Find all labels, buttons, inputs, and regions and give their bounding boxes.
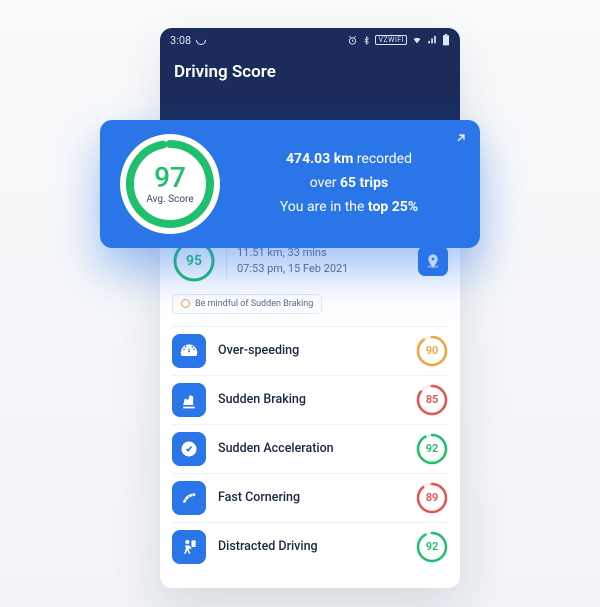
metric-label: Over-speeding — [218, 343, 299, 358]
metric-icon — [172, 530, 206, 564]
metric-label: Distracted Driving — [218, 539, 318, 554]
metric-icon — [172, 481, 206, 515]
trip-datetime: 07:53 pm, 15 Feb 2021 — [237, 261, 348, 277]
expand-button[interactable] — [454, 130, 468, 149]
metric-score-value: 92 — [416, 433, 448, 465]
metric-icon — [172, 383, 206, 417]
phone-frame: 3:08 VZWIFI Driving Score Recent Trips 9… — [160, 28, 460, 588]
lightbulb-icon — [181, 299, 190, 308]
bluetooth-icon — [362, 35, 371, 46]
metric-row[interactable]: Over-speeding 90 — [172, 326, 448, 375]
metric-score-value: 85 — [416, 384, 448, 416]
metric-icon — [172, 432, 206, 466]
alarm-icon — [347, 35, 358, 46]
metric-score-ring: 92 — [416, 531, 448, 563]
avg-score-card[interactable]: 97 Avg. Score 474.03 km recorded over 65… — [100, 120, 480, 248]
dnd-icon — [194, 33, 208, 47]
page-title: Driving Score — [174, 62, 446, 82]
content-area: Recent Trips 95 11.51 km, 33 mins 07:53 … — [160, 210, 460, 583]
metric-label: Sudden Braking — [218, 392, 306, 407]
metric-score-value: 89 — [416, 482, 448, 514]
metric-score-ring: 85 — [416, 384, 448, 416]
status-time: 3:08 — [170, 34, 191, 47]
driving-tip: Be mindful of Sudden Braking — [172, 294, 322, 314]
metric-score-value: 90 — [416, 335, 448, 367]
metric-score-ring: 89 — [416, 482, 448, 514]
map-pin-icon — [425, 253, 441, 269]
metric-row[interactable]: Sudden Braking 85 — [172, 375, 448, 424]
metric-row[interactable]: Distracted Driving 92 — [172, 522, 448, 571]
trips-value: 65 trips — [340, 175, 388, 191]
view-map-button[interactable] — [418, 246, 448, 276]
avg-score-value: 97 — [154, 164, 186, 192]
metric-score-value: 92 — [416, 531, 448, 563]
divider — [226, 243, 227, 279]
signal-icon — [427, 35, 438, 45]
avg-score-ring: 97 Avg. Score — [120, 134, 220, 234]
trip-meta: 11.51 km, 33 mins 07:53 pm, 15 Feb 2021 — [237, 245, 348, 277]
metric-score-ring: 90 — [416, 335, 448, 367]
metric-label: Sudden Acceleration — [218, 441, 334, 456]
metrics-list: Over-speeding 90 Sudden Braking 85 Sudden Ac… — [172, 326, 448, 571]
score-stats: 474.03 km recorded over 65 trips You are… — [238, 148, 460, 219]
metric-score-ring: 92 — [416, 433, 448, 465]
km-value: 474.03 km — [286, 151, 353, 167]
expand-icon — [454, 131, 468, 145]
tip-text: Be mindful of Sudden Braking — [195, 299, 313, 309]
metric-row[interactable]: Fast Cornering 89 — [172, 473, 448, 522]
metric-label: Fast Cornering — [218, 490, 300, 505]
rank-value: top 25% — [368, 199, 418, 215]
battery-icon — [442, 34, 450, 46]
metric-icon — [172, 334, 206, 368]
status-bar: 3:08 VZWIFI — [160, 28, 460, 52]
wifi-icon — [411, 35, 423, 45]
carrier-badge: VZWIFI — [375, 35, 407, 45]
avg-score-label: Avg. Score — [146, 194, 193, 205]
metric-row[interactable]: Sudden Acceleration 92 — [172, 424, 448, 473]
